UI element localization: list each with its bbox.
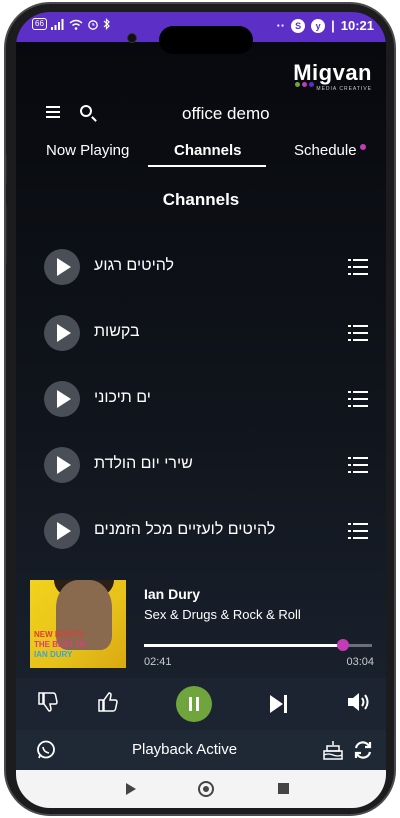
channel-item[interactable]: להיטים לועזיים מכל הזמנים — [44, 513, 368, 549]
camera-notch — [159, 26, 253, 54]
channel-item[interactable]: להיטים רגוע — [44, 249, 368, 285]
song-title: Sex & Drugs & Rock & Roll — [144, 607, 301, 622]
thumbs-up-icon[interactable] — [96, 690, 120, 714]
thumbs-down-icon[interactable] — [36, 690, 60, 714]
system-nav-bar — [16, 770, 386, 808]
refresh-icon[interactable] — [352, 739, 374, 761]
album-line-1: NEW BOOTS — [34, 630, 84, 639]
album-art-text: NEW BOOTS THE BEST OF IAN DURY — [30, 630, 126, 660]
alarm-icon — [88, 20, 98, 30]
phone-frame: 66 ·· S y | 10:21 Migvan MEDIA CREATIVE — [4, 2, 396, 816]
schedule-indicator-dot — [359, 144, 366, 150]
side-button — [6, 154, 7, 184]
section-title: Channels — [162, 190, 240, 209]
nav-back-icon[interactable] — [126, 783, 136, 795]
wifi-icon — [69, 19, 83, 30]
tab-bar: Now Playing Channels Schedule — [16, 140, 386, 176]
active-tab-underline — [148, 165, 266, 167]
list-icon[interactable] — [348, 325, 368, 341]
album-art[interactable]: NEW BOOTS THE BEST OF IAN DURY — [30, 580, 126, 668]
menu-icon[interactable] — [46, 106, 60, 118]
bottom-bar: Playback Active — [16, 730, 386, 770]
nav-recent-icon[interactable] — [278, 783, 289, 794]
status-dots: ·· — [276, 18, 286, 33]
list-icon[interactable] — [348, 523, 368, 539]
progress-fill — [144, 644, 344, 647]
album-line-2: THE BEST OF — [34, 640, 87, 649]
search-icon[interactable] — [80, 105, 92, 117]
play-icon[interactable] — [44, 249, 80, 285]
channel-label: להיטים לועזיים מכל הזמנים — [94, 521, 276, 538]
channel-item[interactable]: ים תיכוני — [44, 381, 368, 417]
volume-icon[interactable] — [346, 690, 374, 714]
top-bar: office demo — [16, 96, 386, 130]
skip-next-icon[interactable] — [270, 694, 290, 714]
play-icon[interactable] — [44, 447, 80, 483]
channel-label: להיטים רגוע — [94, 257, 175, 274]
pause-button[interactable] — [176, 686, 212, 722]
signal-icon — [50, 18, 64, 30]
playback-controls — [16, 678, 386, 730]
total-time: 03:04 — [346, 656, 374, 668]
app-badge-s: S — [291, 18, 306, 33]
app-badge-y: y — [311, 18, 326, 33]
side-button — [6, 204, 7, 264]
play-icon[interactable] — [44, 315, 80, 351]
app-screen: 66 ·· S y | 10:21 Migvan MEDIA CREATIVE — [16, 12, 386, 808]
list-icon[interactable] — [348, 259, 368, 275]
bluetooth-icon — [103, 18, 110, 30]
progress-knob[interactable] — [337, 639, 350, 651]
artist-name: Ian Dury — [144, 586, 201, 602]
tab-channels[interactable]: Channels — [174, 142, 242, 159]
channel-label: שירי יום הולדת — [94, 455, 193, 472]
playback-status-text: Playback Active — [132, 741, 238, 758]
clock: 10:21 — [340, 18, 374, 33]
migvan-logo: Migvan MEDIA CREATIVE — [293, 60, 372, 92]
play-icon[interactable] — [44, 381, 80, 417]
now-playing-panel: NEW BOOTS THE BEST OF IAN DURY Ian Dury … — [30, 580, 374, 672]
logo-dots — [295, 82, 315, 87]
camera-dot — [127, 33, 137, 43]
page-title: office demo — [182, 104, 270, 123]
channel-item[interactable]: שירי יום הולדת — [44, 447, 368, 483]
tab-now-playing[interactable]: Now Playing — [46, 142, 129, 159]
list-icon[interactable] — [348, 391, 368, 407]
channel-item[interactable]: בקשות — [44, 315, 368, 351]
current-time: 02:41 — [144, 656, 172, 668]
album-line-3: IAN DURY — [34, 650, 73, 659]
play-icon[interactable] — [44, 513, 80, 549]
channel-label: בקשות — [94, 323, 140, 340]
birthday-cake-icon[interactable] — [322, 739, 344, 761]
tab-schedule-label: Schedule — [294, 142, 357, 159]
status-separator: | — [331, 18, 335, 33]
battery-icon: 66 — [32, 18, 47, 30]
whatsapp-icon[interactable] — [36, 740, 56, 760]
tab-schedule[interactable]: Schedule — [294, 142, 366, 159]
list-icon[interactable] — [348, 457, 368, 473]
progress-bar[interactable] — [144, 639, 372, 651]
nav-home-icon[interactable] — [198, 781, 214, 797]
channel-label: ים תיכוני — [94, 389, 151, 406]
